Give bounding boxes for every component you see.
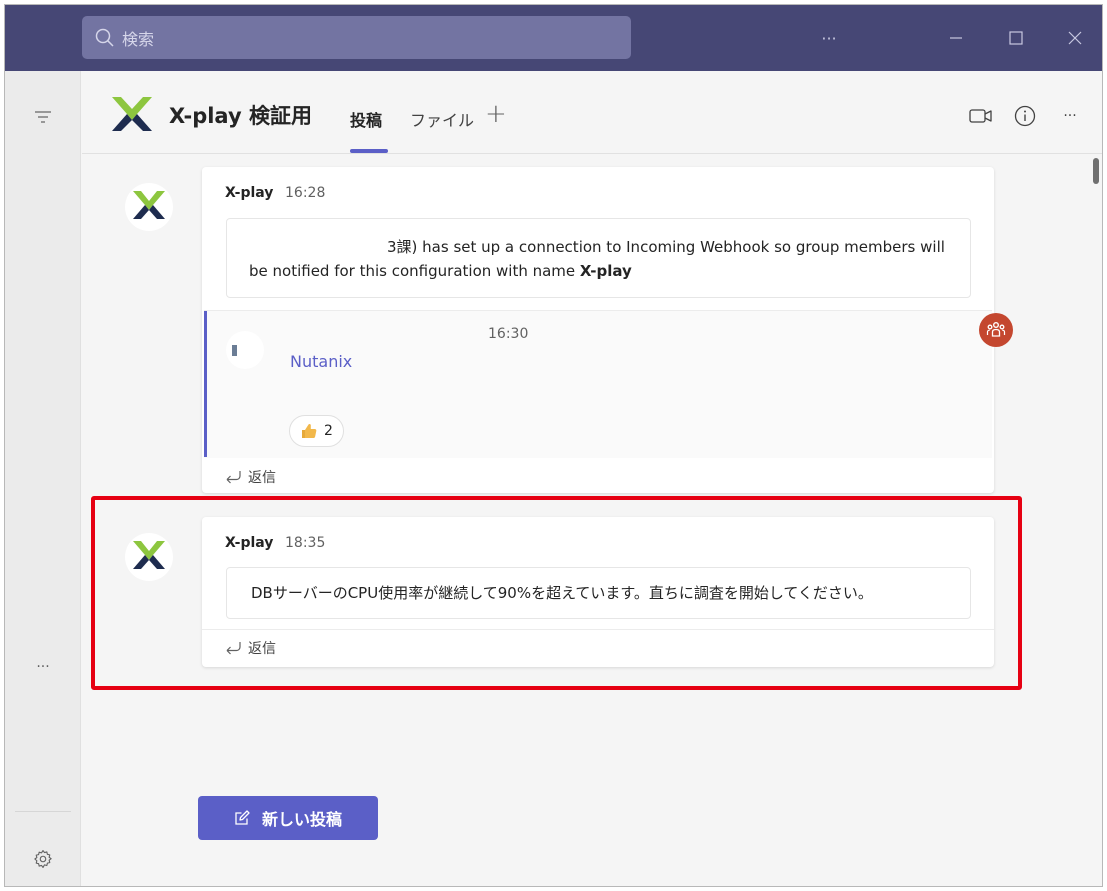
channel-header: X-play 検証用 投稿 ファイル + ···: [82, 71, 1102, 154]
reaction-count: 2: [324, 423, 333, 439]
people-icon: [986, 322, 1006, 337]
reply-arrow-icon: [226, 471, 241, 484]
channel-title: X-play 検証用: [169, 104, 312, 128]
more-options-button[interactable]: ···: [814, 23, 844, 53]
reply-thread: 16:30 Nutanix 2: [204, 310, 992, 458]
info-icon: [1014, 105, 1036, 127]
compose-icon: [235, 810, 250, 825]
new-post-label: 新しい投稿: [261, 810, 342, 829]
new-post-button[interactable]: 新しい投稿: [198, 796, 378, 840]
search-box[interactable]: 検索: [82, 16, 631, 59]
video-camera-icon: [969, 109, 992, 123]
channel-info-button[interactable]: [1012, 103, 1038, 129]
left-rail: ···: [5, 71, 81, 886]
close-icon: [1068, 31, 1082, 45]
bot-logo-icon: [133, 191, 165, 219]
gear-icon: [34, 850, 52, 868]
search-icon: [95, 28, 114, 47]
message-time: 16:28: [285, 185, 326, 201]
reply-button[interactable]: 返信: [224, 467, 276, 487]
meet-button[interactable]: [968, 103, 994, 129]
filter-button[interactable]: [31, 105, 55, 129]
thumbs-up-icon: [302, 423, 317, 438]
maximize-icon: [1009, 31, 1023, 45]
tab-posts[interactable]: 投稿: [350, 107, 382, 131]
reply-time: 16:30: [488, 326, 529, 342]
rail-divider: [15, 811, 71, 812]
scrollbar-thumb[interactable]: [1093, 158, 1099, 184]
close-button[interactable]: [1060, 23, 1090, 53]
reaction-pill[interactable]: 2: [289, 415, 344, 447]
minimize-button[interactable]: [941, 23, 971, 53]
avatar[interactable]: [125, 183, 173, 231]
message-card: X-play 16:28 3課) has set up a connection…: [202, 167, 994, 493]
tab-files[interactable]: ファイル: [410, 107, 474, 131]
search-placeholder: 検索: [122, 29, 155, 49]
channel-more-button[interactable]: ···: [1057, 103, 1083, 129]
message-author[interactable]: X-play: [225, 185, 273, 201]
message-text-bold: X-play: [579, 262, 632, 280]
meeting-badge[interactable]: [979, 313, 1013, 347]
add-tab-button[interactable]: +: [485, 99, 507, 129]
reply-avatar-mark: [232, 345, 237, 356]
maximize-button[interactable]: [1001, 23, 1031, 53]
teams-window: 検索 ··· ··· X-play 検証用 投稿 ファイル + ··· X-pl…: [4, 4, 1103, 887]
message-body: 3課) has set up a connection to Incoming …: [226, 218, 971, 298]
reply-link[interactable]: Nutanix: [290, 352, 352, 371]
minimize-icon: [950, 37, 962, 39]
reply-avatar[interactable]: [226, 331, 264, 369]
reply-label: 返信: [248, 470, 276, 486]
thread-bar: [204, 311, 207, 457]
active-tab-indicator: [350, 149, 388, 153]
team-logo-icon: [112, 97, 152, 131]
title-bar: 検索 ···: [5, 5, 1102, 71]
rail-more-button[interactable]: ···: [31, 655, 55, 679]
filter-icon: [35, 111, 51, 123]
settings-button[interactable]: [31, 847, 55, 871]
highlight-annotation: [91, 496, 1022, 690]
